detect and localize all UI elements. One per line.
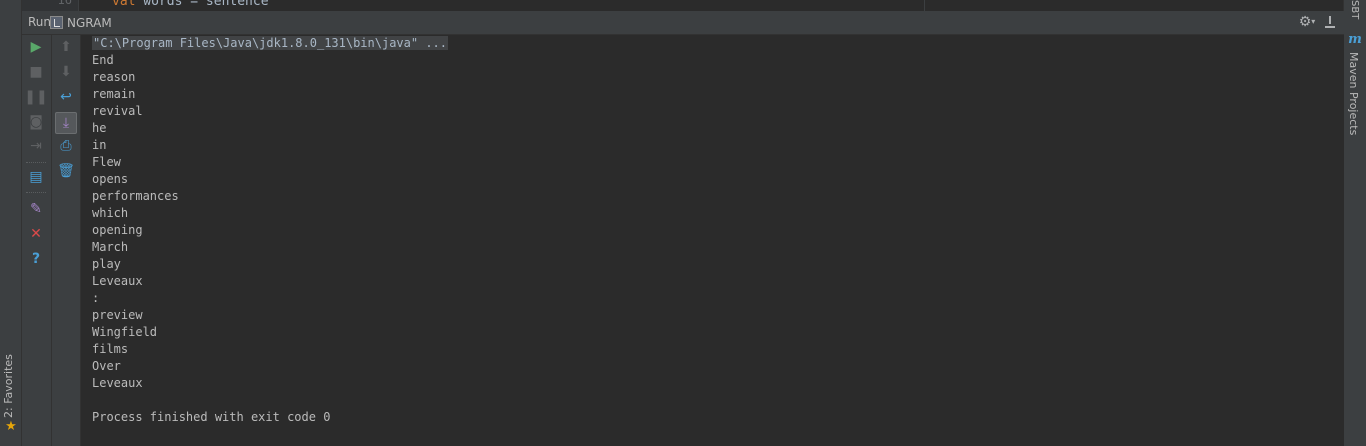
console-line: Leveaux — [92, 376, 143, 390]
editor-right-margin — [924, 0, 925, 11]
console-line: revival — [92, 104, 143, 118]
soft-wrap-icon: ↩ — [60, 89, 72, 105]
help-button[interactable]: ? — [26, 249, 46, 269]
ide-window: 16 val words = sentence 2: Favorites ★ S… — [0, 0, 1366, 446]
run-toolbar-secondary: ⬆ ⬇ ↩ ⤓ ⎙ 🗑 — [52, 35, 81, 446]
run-toolbar-primary: ▶ ■ ❚❚ ◙ ⇥ ▤ ✎ ✕ ? — [22, 35, 52, 446]
help-icon: ? — [31, 251, 41, 267]
play-icon: ▶ — [30, 39, 42, 55]
print-icon: ⎙ — [60, 138, 72, 154]
console-line: in — [92, 138, 107, 152]
line-number: 16 — [57, 0, 72, 7]
console-line: play — [92, 257, 121, 271]
console-line: opening — [92, 223, 143, 237]
code-keyword: val — [112, 0, 136, 9]
dump-threads-button[interactable]: ◙ — [26, 112, 46, 132]
gear-icon[interactable]: ⚙▾ — [1298, 13, 1316, 31]
toolbar-separator — [26, 192, 46, 193]
toolbar-separator — [26, 162, 46, 163]
exit-icon: ⇥ — [30, 138, 42, 154]
console-line: which — [92, 206, 129, 220]
scroll-end-icon: ⤓ — [62, 115, 70, 131]
print-button[interactable]: ⎙ — [56, 136, 76, 156]
up-stack-button[interactable]: ⬆ — [56, 37, 76, 57]
stop-button[interactable]: ■ — [26, 62, 46, 82]
pin-icon: ✎ — [30, 201, 42, 217]
console-output[interactable]: "C:\Program Files\Java\jdk1.8.0_131\bin\… — [81, 35, 1344, 446]
console-lines: "C:\Program Files\Java\jdk1.8.0_131\bin\… — [92, 35, 449, 426]
console-line: performances — [92, 189, 179, 203]
tab-label: NGRAM — [67, 15, 112, 30]
exit-button[interactable]: ⇥ — [26, 136, 46, 156]
console-line: Flew — [92, 155, 121, 169]
star-icon[interactable]: ★ — [4, 420, 18, 434]
close-button[interactable]: ✕ — [26, 224, 46, 244]
process-exit-line: Process finished with exit code 0 — [92, 410, 331, 424]
java-command[interactable]: "C:\Program Files\Java\jdk1.8.0_131\bin\… — [92, 36, 449, 50]
pause-icon: ❚❚ — [24, 89, 48, 105]
soft-wrap-button[interactable]: ↩ — [56, 87, 76, 107]
console-line: preview — [92, 308, 143, 322]
down-stack-button[interactable]: ⬇ — [56, 62, 76, 82]
tab-ngram[interactable]: NGRAM — [50, 13, 112, 32]
scroll-to-end-button[interactable]: ⤓ — [55, 112, 77, 134]
editor-gutter: 16 — [22, 0, 79, 11]
console-line: Leveaux — [92, 274, 143, 288]
trash-icon: 🗑 — [57, 163, 75, 179]
clear-all-button[interactable]: 🗑 — [56, 161, 76, 181]
hide-panel-icon[interactable] — [1322, 13, 1338, 31]
maven-projects-tab[interactable]: Maven Projects — [1347, 52, 1360, 135]
restore-layout-button[interactable]: ▤ — [26, 167, 46, 187]
console-line: March — [92, 240, 129, 254]
console-line: opens — [92, 172, 129, 186]
run-panel-title: Run — [28, 15, 52, 29]
console-line: End — [92, 53, 114, 67]
pause-button[interactable]: ❚❚ — [24, 87, 48, 107]
favorites-tab[interactable]: 2: Favorites — [2, 354, 15, 418]
stop-icon: ■ — [29, 64, 43, 80]
left-tool-stripe: 2: Favorites ★ — [0, 0, 22, 446]
run-panel-header: Run NGRAM ⚙▾ — [22, 11, 1344, 35]
console-line: Wingfield — [92, 325, 158, 339]
code-text: words = sentence — [135, 0, 269, 9]
console-line: remain — [92, 87, 136, 101]
run-config-icon — [50, 16, 63, 29]
layout-icon: ▤ — [29, 169, 43, 185]
console-command-line[interactable]: "C:\Program Files\Java\jdk1.8.0_131\bin\… — [92, 35, 449, 52]
arrow-down-icon: ⬇ — [60, 64, 72, 80]
maven-m-icon[interactable]: m — [1348, 33, 1362, 46]
console-line: reason — [92, 70, 136, 84]
console-line: Over — [92, 359, 121, 373]
right-tool-stripe: SBT m Maven Projects — [1343, 0, 1366, 446]
console-line: films — [92, 342, 129, 356]
arrow-up-icon: ⬆ — [60, 39, 72, 55]
console-line: he — [92, 121, 107, 135]
rerun-button[interactable]: ▶ — [26, 37, 46, 57]
code-line[interactable]: val words = sentence — [112, 0, 269, 9]
console-line: : — [92, 291, 100, 305]
editor-area[interactable]: 16 val words = sentence — [22, 0, 1344, 11]
pin-tab-button[interactable]: ✎ — [26, 199, 46, 219]
sbt-tab[interactable]: SBT — [1349, 0, 1360, 19]
close-icon: ✕ — [30, 226, 42, 242]
camera-icon: ◙ — [29, 114, 43, 130]
